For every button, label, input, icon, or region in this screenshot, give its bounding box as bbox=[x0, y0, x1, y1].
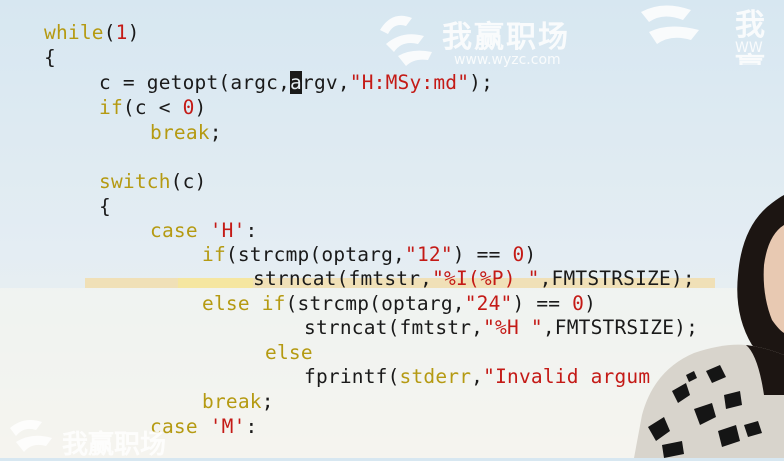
code-line-5: break; bbox=[150, 121, 222, 144]
watermark-bottom-left: 我赢职场 bbox=[0, 410, 200, 460]
presenter-video bbox=[634, 195, 784, 458]
watermark-url: www.wyzc.com bbox=[454, 52, 561, 68]
wyzc-corner-logo-icon bbox=[641, 5, 699, 44]
code-line-16: break; bbox=[202, 390, 274, 413]
code-line-4: if(c < 0) bbox=[99, 96, 207, 119]
code-line-15: fprintf(stderr,"Invalid argum bbox=[304, 365, 651, 388]
watermark-corner-url: WW bbox=[735, 40, 763, 56]
watermark-top-right: 我赢职场 WW bbox=[635, 0, 784, 65]
code-line-8: { bbox=[99, 195, 111, 218]
text-cursor: a bbox=[290, 71, 302, 94]
code-line-14: else bbox=[265, 341, 313, 364]
code-line-11: strncat(fmtstr,"%I(%P) ",FMTSTRSIZE); bbox=[253, 267, 695, 290]
wyzc-bottom-logo-icon bbox=[10, 420, 52, 452]
watermark-bottom-brand: 我赢职场 bbox=[62, 430, 167, 460]
wyzc-logo-icon bbox=[380, 15, 432, 66]
keyword-while: while bbox=[44, 21, 104, 44]
watermark-center: 我赢职场 www.wyzc.com bbox=[372, 0, 592, 75]
code-line-2: { bbox=[44, 46, 56, 69]
presenter-silhouette-icon bbox=[634, 195, 784, 458]
code-line-12: else if(strcmp(optarg,"24") == 0) bbox=[202, 292, 597, 315]
code-line-7: switch(c) bbox=[99, 170, 207, 193]
code-line-9: case 'H': bbox=[150, 219, 258, 242]
line-highlight-accent bbox=[178, 278, 253, 288]
code-line-1: while(1) bbox=[44, 21, 140, 44]
caption-text bbox=[230, 448, 560, 458]
code-line-10: if(strcmp(optarg,"12") == 0) bbox=[202, 243, 537, 266]
watermark-brand: 我赢职场 bbox=[442, 20, 570, 55]
